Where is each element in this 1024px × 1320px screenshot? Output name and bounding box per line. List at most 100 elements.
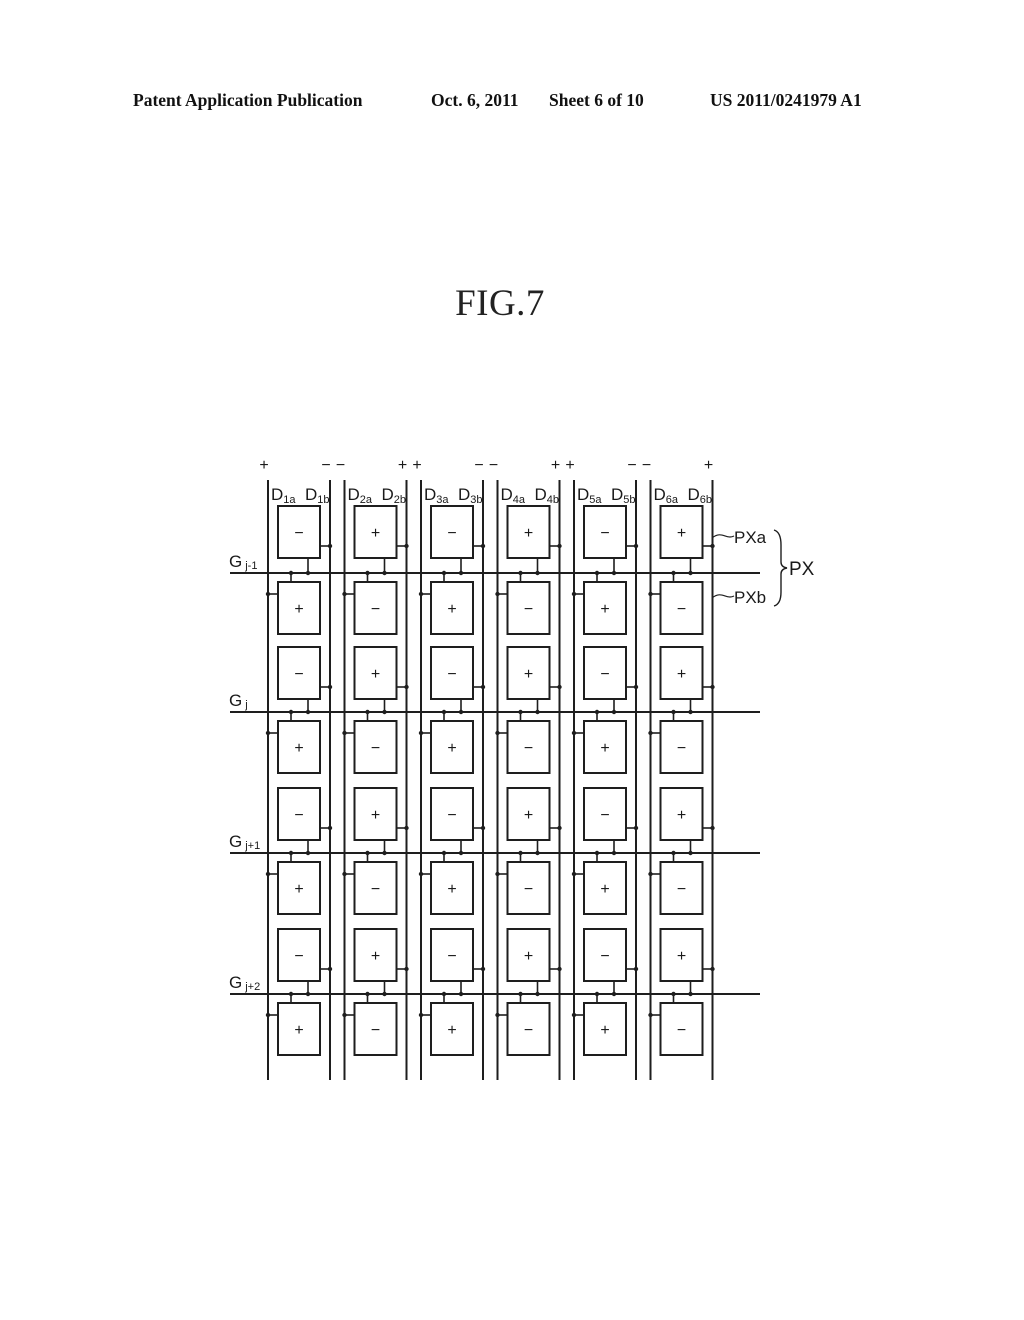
pixel-box: + <box>659 928 715 997</box>
contact-dot <box>305 709 311 715</box>
contact-dot <box>648 871 653 877</box>
contact-dot <box>404 543 409 549</box>
contact-dot <box>480 684 486 690</box>
polarity-mark-3b: − <box>474 457 483 474</box>
pixel-polarity: + <box>371 807 380 824</box>
contact-dot <box>557 543 562 549</box>
contact-dot <box>458 570 464 576</box>
polarity-mark-4b: + <box>551 457 560 474</box>
contact-dot <box>418 591 424 597</box>
contact-dot <box>458 709 464 715</box>
data-line-label-1b: D1b <box>305 485 330 506</box>
contact-dot <box>710 966 715 972</box>
pixel-box: − <box>648 709 704 774</box>
contact-dot <box>418 1012 424 1018</box>
contact-dot <box>441 709 447 715</box>
contact-dot <box>535 850 540 856</box>
contact-dot <box>382 709 387 715</box>
contact-dot <box>458 991 464 997</box>
pixel-polarity: + <box>294 1022 303 1039</box>
pixel-box: + <box>571 570 627 635</box>
contact-dot <box>535 991 540 997</box>
contact-dot <box>265 871 271 877</box>
contact-dot <box>265 1012 271 1018</box>
data-line-label-4b: D4b <box>535 485 560 506</box>
contact-dot <box>365 850 370 856</box>
pixel-polarity: − <box>524 1022 533 1039</box>
polarity-mark-1b: − <box>321 457 330 474</box>
pixel-polarity: − <box>600 807 609 824</box>
data-line-label-6b: D6b <box>688 485 713 506</box>
pixel-box: − <box>648 850 704 915</box>
data-line-label-2a: D2a <box>348 485 373 506</box>
contact-dot <box>342 871 347 877</box>
polarity-mark-5b: − <box>627 457 636 474</box>
contact-dot <box>441 570 447 576</box>
pixel-box: − <box>430 505 486 576</box>
contact-dot <box>365 991 370 997</box>
contact-dot <box>404 966 409 972</box>
pixel-polarity: + <box>677 666 686 683</box>
pxa-leader-line <box>711 534 735 539</box>
contact-dot <box>404 684 409 690</box>
contact-dot <box>633 543 639 549</box>
contact-dot <box>557 825 562 831</box>
pixel-box: + <box>265 709 321 774</box>
contact-dot <box>648 730 653 736</box>
pixel-polarity: + <box>371 948 380 965</box>
pixel-box: + <box>506 787 562 856</box>
polarity-mark-2b: + <box>398 457 407 474</box>
pixel-box: + <box>265 991 321 1056</box>
pixel-box: − <box>277 646 333 715</box>
pixel-polarity: + <box>600 601 609 618</box>
pixel-box: − <box>495 570 551 635</box>
pixel-polarity: + <box>371 525 380 542</box>
pixel-box: + <box>506 928 562 997</box>
contact-dot <box>458 850 464 856</box>
pixel-box: + <box>353 787 409 856</box>
pixel-box: − <box>277 787 333 856</box>
pixel-polarity: + <box>294 740 303 757</box>
pxa-callout-label: PXa <box>734 528 767 547</box>
contact-dot <box>688 850 693 856</box>
contact-dot <box>495 730 500 736</box>
contact-dot <box>342 730 347 736</box>
contact-dot <box>480 543 486 549</box>
contact-dot <box>671 709 676 715</box>
pixel-polarity: + <box>600 1022 609 1039</box>
pixel-box: + <box>353 505 409 576</box>
contact-dot <box>611 570 617 576</box>
pxb-leader-line <box>711 594 735 599</box>
contact-dot <box>288 850 294 856</box>
contact-dot <box>710 684 715 690</box>
pixel-polarity: − <box>677 1022 686 1039</box>
pixel-box: + <box>353 646 409 715</box>
contact-dot <box>342 1012 347 1018</box>
contact-dot <box>633 966 639 972</box>
pixel-polarity: + <box>447 881 456 898</box>
pixel-box: + <box>571 850 627 915</box>
contact-dot <box>518 991 523 997</box>
polarity-mark-6b: + <box>704 457 713 474</box>
contact-dot <box>671 850 676 856</box>
contact-dot <box>495 591 500 597</box>
contact-dot <box>382 991 387 997</box>
pixel-box: − <box>342 991 398 1056</box>
contact-dot <box>571 871 577 877</box>
polarity-mark-6a: − <box>642 457 651 474</box>
contact-dot <box>342 591 347 597</box>
contact-dot <box>518 570 523 576</box>
polarity-mark-4a: − <box>489 457 498 474</box>
contact-dot <box>688 709 693 715</box>
contact-dot <box>305 850 311 856</box>
contact-dot <box>557 684 562 690</box>
pixel-polarity: − <box>371 740 380 757</box>
contact-dot <box>495 1012 500 1018</box>
gate-line-label-j: Gj <box>229 691 248 711</box>
pixel-box: + <box>418 570 474 635</box>
pixel-polarity: + <box>600 740 609 757</box>
pixel-polarity: − <box>677 601 686 618</box>
pixel-polarity: − <box>524 740 533 757</box>
contact-dot <box>265 591 271 597</box>
pixel-polarity: + <box>524 948 533 965</box>
